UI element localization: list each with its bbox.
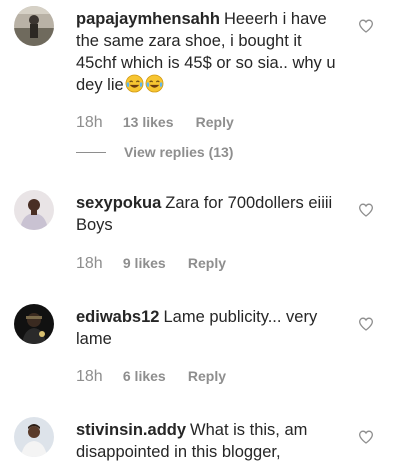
- avatar-image: [14, 304, 54, 344]
- avatar[interactable]: [14, 190, 54, 230]
- comment-likes-count[interactable]: 6 likes: [123, 368, 166, 384]
- comment-time: 18h: [76, 114, 103, 131]
- comment-username[interactable]: sexypokua: [76, 194, 161, 212]
- comment-text-block: ediwabs12 Lame publicity... very lame: [76, 306, 346, 350]
- view-replies-label: View replies (13): [124, 144, 234, 160]
- reply-button[interactable]: Reply: [188, 255, 226, 271]
- avatar-image: [14, 417, 54, 457]
- comment-time: 18h: [76, 368, 103, 385]
- reply-button[interactable]: Reply: [196, 114, 234, 130]
- avatar-image: [14, 190, 54, 230]
- view-replies-divider: [76, 151, 106, 153]
- comment-time: 18h: [76, 255, 103, 272]
- reply-button[interactable]: Reply: [188, 368, 226, 384]
- comment-meta: 18h 6 likes Reply: [76, 368, 226, 386]
- comment-username[interactable]: ediwabs12: [76, 308, 159, 326]
- comment-text-block: sexypokua Zara for 700dollers eiiii Boys: [76, 192, 346, 236]
- avatar[interactable]: [14, 417, 54, 457]
- like-heart-icon[interactable]: [358, 18, 374, 34]
- comment-likes-count[interactable]: 9 likes: [123, 255, 166, 271]
- like-heart-icon[interactable]: [358, 316, 374, 332]
- like-heart-icon[interactable]: [358, 429, 374, 445]
- comment-username[interactable]: papajaymhensahh: [76, 10, 220, 28]
- comment-meta: 18h 13 likes Reply: [76, 114, 234, 132]
- comment-meta: 18h 9 likes Reply: [76, 255, 226, 273]
- tears-of-joy-emoji-icon: [145, 74, 164, 93]
- like-heart-icon[interactable]: [358, 202, 374, 218]
- comment-text-block: stivinsin.addy What is this, am disappoin…: [76, 419, 346, 463]
- comment-text-block: papajaymhensahh Heeerh i have the same za…: [76, 8, 346, 96]
- avatar-image: [14, 6, 54, 46]
- view-replies-button[interactable]: View replies (13): [76, 144, 233, 160]
- avatar[interactable]: [14, 304, 54, 344]
- comment-likes-count[interactable]: 13 likes: [123, 114, 174, 130]
- avatar[interactable]: [14, 6, 54, 46]
- comment-username[interactable]: stivinsin.addy: [76, 421, 186, 439]
- tears-of-joy-emoji-icon: [125, 74, 144, 93]
